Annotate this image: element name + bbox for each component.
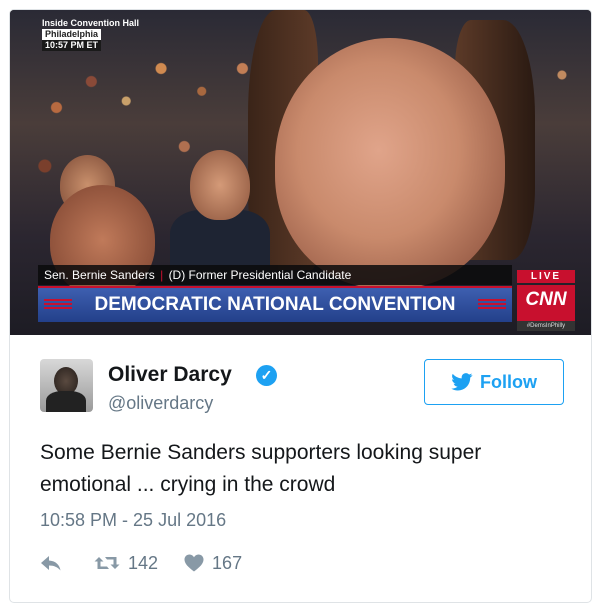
broadcast-time: 10:57 PM ET [42, 40, 102, 51]
follow-button[interactable]: Follow [424, 359, 564, 405]
tweet-timestamp[interactable]: 10:58 PM - 25 Jul 2016 [40, 510, 226, 531]
like-count: 167 [212, 552, 243, 573]
reply-button[interactable] [40, 554, 68, 572]
heart-icon [184, 554, 204, 572]
retweet-button[interactable]: 142 [94, 553, 158, 574]
event-banner: DEMOCRATIC NATIONAL CONVENTION [38, 286, 512, 322]
lower-third-role: (D) Former Presidential Candidate [168, 268, 352, 282]
tweet-text: Some Bernie Sanders supporters looking s… [40, 441, 482, 496]
flag-stripes-left-icon [44, 299, 72, 311]
crying-woman-face [275, 38, 505, 288]
author-handle[interactable]: @oliverdarcy [108, 393, 213, 414]
reply-icon [41, 556, 61, 571]
like-button[interactable]: 167 [184, 553, 242, 574]
retweet-count: 142 [128, 552, 159, 573]
embedded-tweet-card: Inside Convention Hall Philadelphia 10:5… [9, 9, 592, 603]
tweet-actions: 142 167 [40, 549, 242, 577]
avatar-body [46, 391, 86, 412]
lower-third-name: Sen. Bernie Sanders [44, 268, 155, 282]
man-in-suit-head [190, 150, 250, 220]
flag-stripes-right-icon [478, 299, 506, 311]
verified-badge-icon: ✓ [256, 365, 277, 386]
lower-third-name-strip: Sen. Bernie Sanders | (D) Former Preside… [38, 265, 512, 285]
follow-button-label: Follow [480, 371, 537, 392]
location-overlay: Inside Convention Hall Philadelphia 10:5… [42, 18, 139, 51]
lower-third-separator: | [160, 268, 164, 282]
twitter-bird-icon [451, 373, 473, 391]
location-city: Philadelphia [42, 29, 102, 40]
tweet-media-image[interactable]: Inside Convention Hall Philadelphia 10:5… [10, 10, 591, 335]
avatar[interactable] [40, 359, 93, 412]
network-hashtag: #DemsInPhilly [517, 321, 575, 331]
live-badge: LIVE [517, 270, 575, 283]
author-display-name[interactable]: Oliver Darcy [108, 363, 232, 387]
location-venue: Inside Convention Hall [42, 18, 140, 28]
event-banner-text: DEMOCRATIC NATIONAL CONVENTION [94, 294, 456, 315]
cnn-logo: CNN [517, 285, 575, 321]
retweet-icon [94, 557, 120, 569]
